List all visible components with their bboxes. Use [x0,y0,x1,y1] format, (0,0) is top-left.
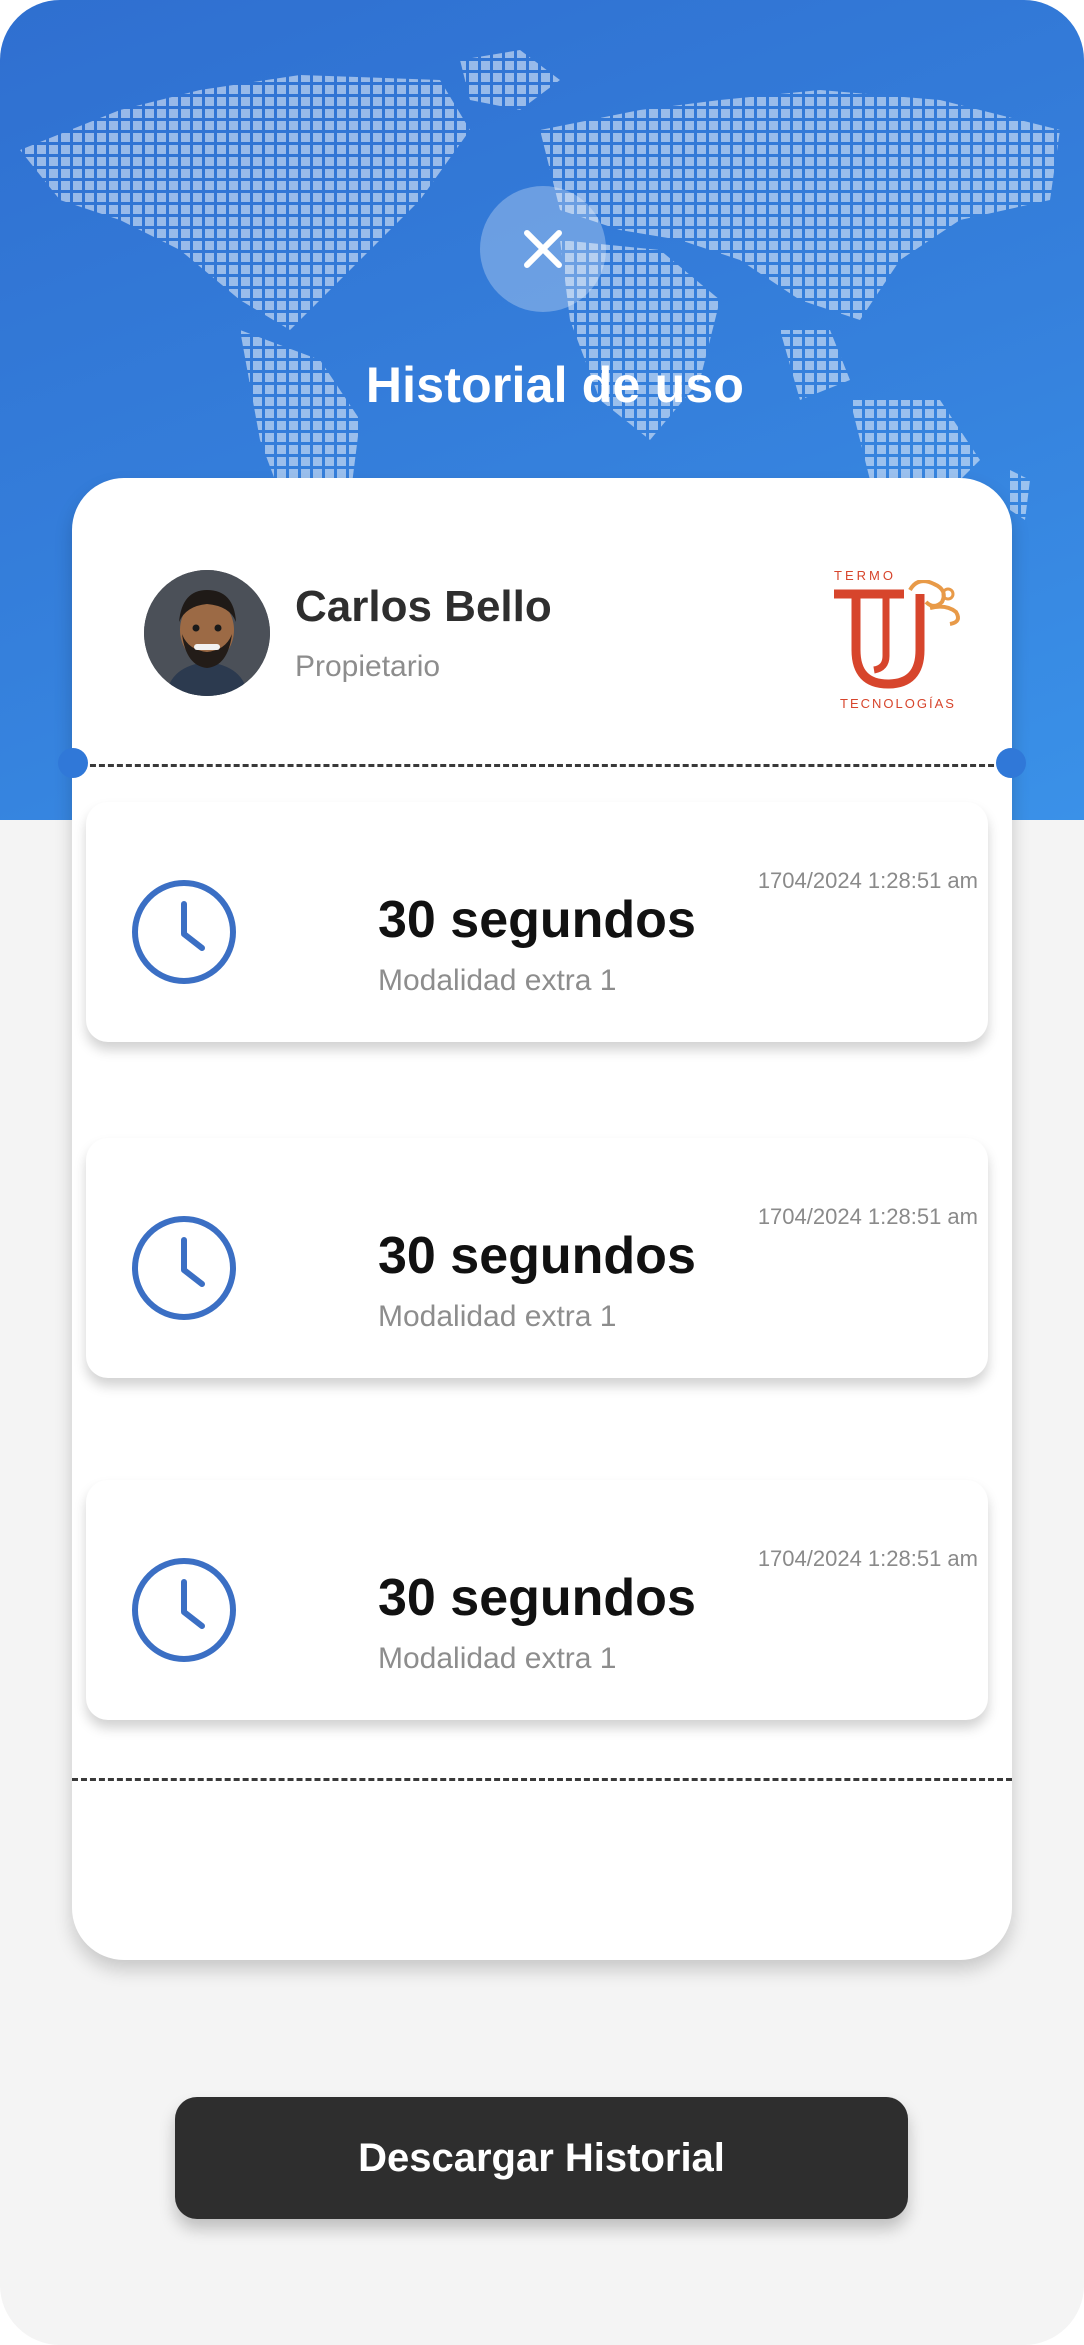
close-icon [524,230,562,268]
user-avatar-icon [144,570,270,696]
entry-duration: 30 segundos [378,1227,696,1285]
clock-icon [132,1216,236,1320]
ticket-notch-left [58,748,88,778]
clock-icon [132,880,236,984]
entry-date: 1704/2024 1:28:51 am [757,1546,978,1571]
download-history-button[interactable]: Descargar Historial [175,2097,908,2219]
entry-mode: Modalidad extra 1 [378,964,617,997]
history-entry[interactable]: 1704/2024 1:28:51 am 30 segundos Modalid… [86,1138,988,1378]
entry-duration: 30 segundos [378,891,696,949]
entry-duration: 30 segundos [378,1569,696,1627]
dashed-divider-top [72,764,1012,767]
entry-mode: Modalidad extra 1 [378,1642,617,1675]
dashed-divider-bottom [72,1778,1012,1781]
avatar [144,570,270,696]
user-name: Carlos Bello [295,582,552,631]
close-button[interactable] [480,186,606,312]
entry-mode: Modalidad extra 1 [378,1300,617,1333]
logo-bottom-text: TECNOLOGÍAS [840,696,956,711]
page-title: Historial de uso [365,357,745,413]
entry-date: 1704/2024 1:28:51 am [757,1204,978,1229]
history-entry[interactable]: 1704/2024 1:28:51 am 30 segundos Modalid… [86,1480,988,1720]
ticket-notch-right [996,748,1026,778]
clock-icon [132,1558,236,1662]
entry-date: 1704/2024 1:28:51 am [757,868,978,893]
history-entry[interactable]: 1704/2024 1:28:51 am 30 segundos Modalid… [86,802,988,1042]
brand-logo: TERMO TECNOLOGÍAS [830,566,970,716]
termo-logo-icon [834,580,960,689]
user-role: Propietario [295,650,441,683]
history-card: Carlos Bello Propietario TERMO TECNOLOGÍ… [58,478,1026,1960]
screen: Historial de uso Carlos Bello Propietari… [0,0,1084,2345]
